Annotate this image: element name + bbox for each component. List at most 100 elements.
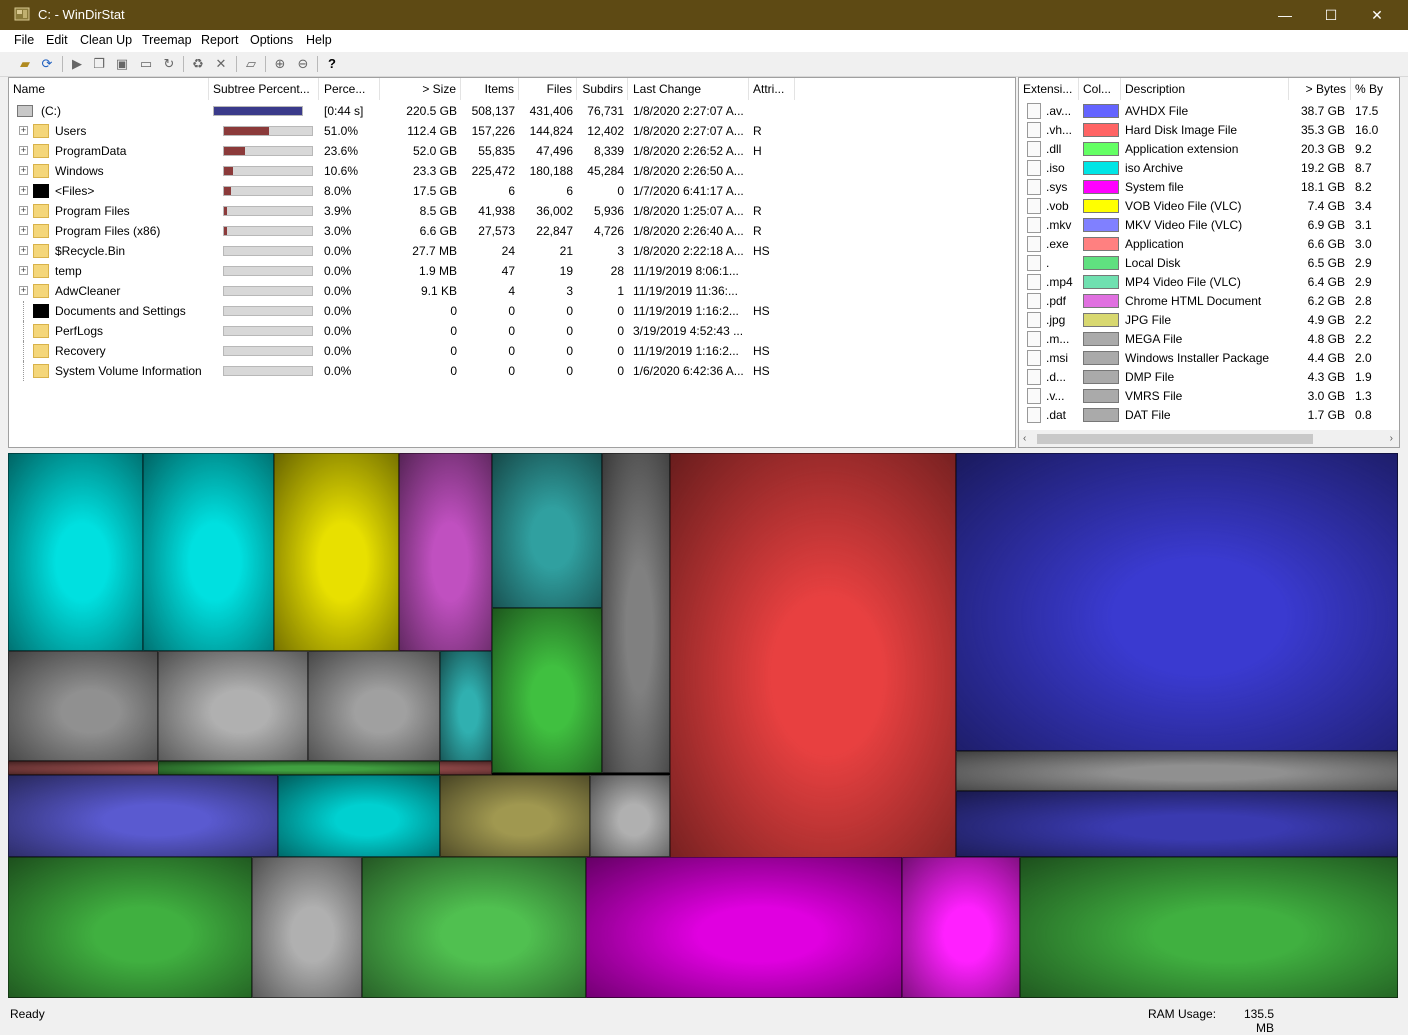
new-folder-icon[interactable]: ▱ <box>242 55 260 73</box>
column-header[interactable]: Last Change <box>629 78 749 100</box>
treemap-block[interactable] <box>143 453 274 651</box>
table-row[interactable]: + temp 0.0% 1.9 MB 47 19 28 11/19/2019 8:06:1..… <box>9 261 1015 281</box>
open-folder-icon[interactable]: ▰ <box>16 55 34 73</box>
treemap-block[interactable] <box>956 453 1398 751</box>
column-header[interactable]: Col... <box>1079 78 1121 100</box>
explorer-icon[interactable]: ▭ <box>137 55 155 73</box>
table-row[interactable]: .mp4 MP4 Video File (VLC) 6.4 GB 2.9 <box>1019 272 1399 291</box>
column-header[interactable]: Perce... <box>320 78 380 100</box>
treemap-block[interactable] <box>670 453 956 858</box>
table-row[interactable]: + Windows 10.6% 23.3 GB 225,472 180,188 45,284… <box>9 161 1015 181</box>
play-icon[interactable]: ▶ <box>68 55 86 73</box>
column-header[interactable]: % By <box>1351 78 1399 100</box>
refresh-all-icon[interactable]: ⟳ <box>38 55 56 73</box>
table-row[interactable]: .d... DMP File 4.3 GB 1.9 <box>1019 367 1399 386</box>
treemap-block[interactable] <box>440 651 492 761</box>
table-row[interactable]: .iso iso Archive 19.2 GB 8.7 <box>1019 158 1399 177</box>
table-row[interactable]: + ProgramData 23.6% 52.0 GB 55,835 47,496 8,33… <box>9 141 1015 161</box>
expand-icon[interactable]: + <box>19 146 28 155</box>
table-row[interactable]: .m... MEGA File 4.8 GB 2.2 <box>1019 329 1399 348</box>
table-row[interactable]: Recovery 0.0% 0 0 0 0 11/19/2019 1:16:2... HS <box>9 341 1015 361</box>
expand-icon[interactable]: + <box>19 226 28 235</box>
treemap-block[interactable] <box>399 453 492 651</box>
treemap-block[interactable] <box>158 651 308 761</box>
treemap-block[interactable] <box>362 857 586 998</box>
table-row[interactable]: .sys System file 18.1 GB 8.2 <box>1019 177 1399 196</box>
column-header[interactable]: Files <box>520 78 577 100</box>
help-icon[interactable]: ? <box>323 55 341 73</box>
table-row[interactable]: Documents and Settings 0.0% 0 0 0 0 11/19/2019… <box>9 301 1015 321</box>
treemap[interactable] <box>8 453 1398 998</box>
treemap-block[interactable] <box>158 761 440 775</box>
treemap-block[interactable] <box>8 857 252 998</box>
table-row[interactable]: .jpg JPG File 4.9 GB 2.2 <box>1019 310 1399 329</box>
expand-icon[interactable]: + <box>19 266 28 275</box>
table-row[interactable]: .vh... Hard Disk Image File 35.3 GB 16.0 <box>1019 120 1399 139</box>
column-header[interactable]: Subtree Percent... <box>209 78 319 100</box>
expand-icon[interactable]: + <box>19 286 28 295</box>
menu-file[interactable]: File <box>14 33 34 47</box>
extension-horizontal-scrollbar[interactable]: ‹ › <box>1019 430 1399 447</box>
zoom-in-icon[interactable]: ⊕ <box>271 55 289 73</box>
treemap-block[interactable] <box>8 453 143 651</box>
minimize-button[interactable]: — <box>1262 0 1308 30</box>
delete-recycle-icon[interactable]: ♻ <box>189 55 207 73</box>
table-row[interactable]: .exe Application 6.6 GB 3.0 <box>1019 234 1399 253</box>
table-row[interactable]: .av... AVHDX File 38.7 GB 17.5 <box>1019 101 1399 120</box>
scroll-thumb[interactable] <box>1037 434 1313 444</box>
column-header[interactable]: Description <box>1121 78 1289 100</box>
table-row[interactable]: + Program Files (x86) 3.0% 6.6 GB 27,573 22,8… <box>9 221 1015 241</box>
treemap-block[interactable] <box>602 453 670 773</box>
column-header[interactable]: > Size <box>381 78 461 100</box>
expand-icon[interactable]: + <box>19 126 28 135</box>
menu-treemap[interactable]: Treemap <box>142 33 192 47</box>
column-header[interactable]: > Bytes <box>1289 78 1351 100</box>
menu-options[interactable]: Options <box>250 33 293 47</box>
column-header[interactable]: Attri... <box>749 78 795 100</box>
expand-icon[interactable]: + <box>19 206 28 215</box>
treemap-block[interactable] <box>1020 857 1398 998</box>
table-row[interactable]: + Users 51.0% 112.4 GB 157,226 144,824 12,402 1… <box>9 121 1015 141</box>
close-button[interactable]: ✕ <box>1354 0 1400 30</box>
treemap-block[interactable] <box>252 857 362 998</box>
column-header[interactable]: Items <box>462 78 519 100</box>
table-row[interactable]: .dat DAT File 1.7 GB 0.8 <box>1019 405 1399 424</box>
menu-edit[interactable]: Edit <box>46 33 68 47</box>
treemap-block[interactable] <box>492 453 602 608</box>
table-row[interactable]: .mkv MKV Video File (VLC) 6.9 GB 3.1 <box>1019 215 1399 234</box>
maximize-button[interactable]: ☐ <box>1308 0 1354 30</box>
table-row[interactable]: .dll Application extension 20.3 GB 9.2 <box>1019 139 1399 158</box>
copy-path-icon[interactable]: ▣ <box>113 55 131 73</box>
table-row[interactable]: + Program Files 3.9% 8.5 GB 41,938 36,002 5,93… <box>9 201 1015 221</box>
zoom-out-icon[interactable]: ⊖ <box>294 55 312 73</box>
refresh-icon[interactable]: ↻ <box>160 55 178 73</box>
treemap-block[interactable] <box>308 651 440 761</box>
delete-icon[interactable]: ✕ <box>212 55 230 73</box>
treemap-block[interactable] <box>8 775 278 857</box>
table-row[interactable]: + AdwCleaner 0.0% 9.1 KB 4 3 1 11/19/2019 11:36… <box>9 281 1015 301</box>
treemap-block[interactable] <box>440 775 590 857</box>
treemap-block[interactable] <box>956 751 1398 791</box>
table-row[interactable]: PerfLogs 0.0% 0 0 0 0 3/19/2019 4:52:43 ... <box>9 321 1015 341</box>
treemap-block[interactable] <box>492 608 602 773</box>
table-row[interactable]: .vob VOB Video File (VLC) 7.4 GB 3.4 <box>1019 196 1399 215</box>
expand-icon[interactable]: + <box>19 166 28 175</box>
scroll-right-icon[interactable]: › <box>1390 433 1393 444</box>
table-row[interactable]: .v... VMRS File 3.0 GB 1.3 <box>1019 386 1399 405</box>
treemap-block[interactable] <box>902 857 1020 998</box>
table-row[interactable]: .msi Windows Installer Package 4.4 GB 2.0 <box>1019 348 1399 367</box>
table-row[interactable]: . Local Disk 6.5 GB 2.9 <box>1019 253 1399 272</box>
table-row[interactable]: System Volume Information 0.0% 0 0 0 0 1/6/202… <box>9 361 1015 381</box>
treemap-block[interactable] <box>586 857 902 998</box>
scroll-left-icon[interactable]: ‹ <box>1023 433 1026 444</box>
table-row[interactable]: (C:) [0:44 s] 220.5 GB 508,137 431,406 76,731… <box>9 101 1015 121</box>
expand-icon[interactable]: + <box>19 186 28 195</box>
expand-icon[interactable]: + <box>19 246 28 255</box>
treemap-block[interactable] <box>590 775 670 857</box>
column-header[interactable]: Name <box>9 78 209 100</box>
treemap-block[interactable] <box>278 775 440 857</box>
table-row[interactable]: + <Files> 8.0% 17.5 GB 6 6 0 1/7/2020 6:41:17 A… <box>9 181 1015 201</box>
table-row[interactable]: .pdf Chrome HTML Document 6.2 GB 2.8 <box>1019 291 1399 310</box>
table-row[interactable]: + $Recycle.Bin 0.0% 27.7 MB 24 21 3 1/8/2020 2:… <box>9 241 1015 261</box>
menu-report[interactable]: Report <box>201 33 239 47</box>
